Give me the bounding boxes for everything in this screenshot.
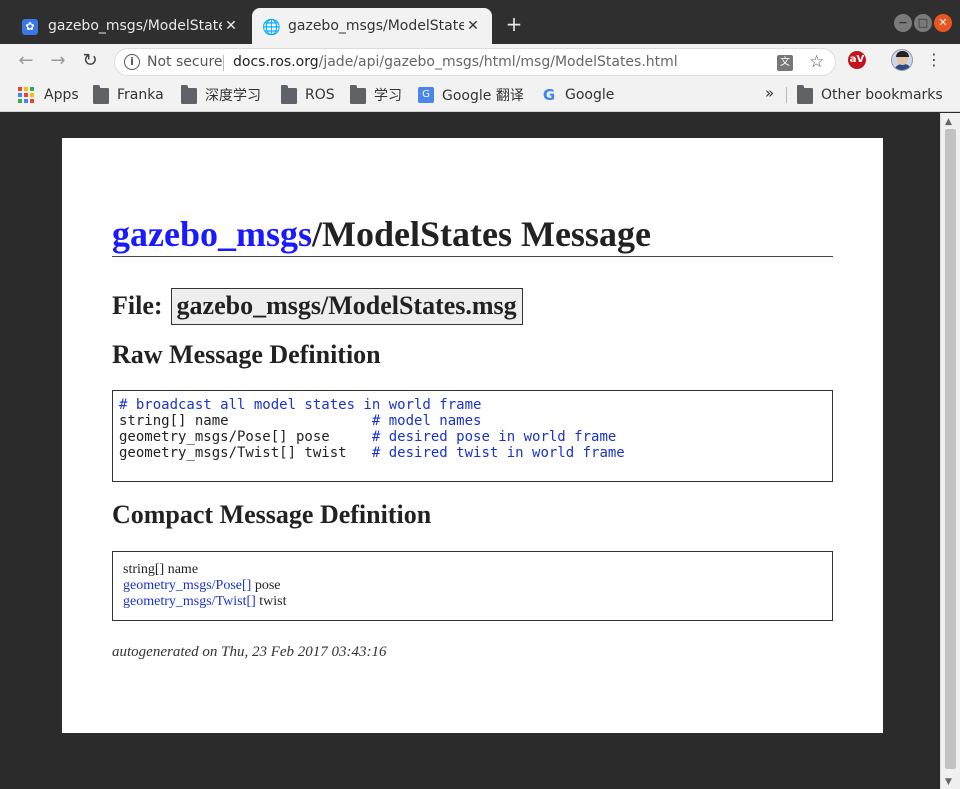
tab-inactive[interactable]: ✿ gazebo_msgs/ModelState ✕ <box>12 8 250 44</box>
google-translate-icon: G <box>418 87 434 103</box>
field-name: pose <box>254 578 281 593</box>
bookmark-label: 学习 <box>374 88 402 104</box>
compact-definition-heading: Compact Message Definition <box>112 500 432 529</box>
baidu-paw-icon: ✿ <box>22 19 38 35</box>
bookmark-label: 深度学习 <box>205 88 261 104</box>
compact-definition: string[] name geometry_msgs/Pose[] pose … <box>112 551 833 621</box>
compact-line: geometry_msgs/Pose[] pose <box>123 578 822 594</box>
bookmark-apps[interactable]: Apps <box>18 85 79 105</box>
browser-toolbar: ← → ↻ i Not secure docs.ros.org/jade/api… <box>0 44 960 78</box>
bookmark-folder-ros[interactable]: ROS <box>281 85 335 105</box>
file-label: File: <box>112 291 163 320</box>
tab-close-icon[interactable]: ✕ <box>222 18 240 34</box>
address-bar[interactable]: i Not secure docs.ros.org/jade/api/gazeb… <box>114 48 836 76</box>
folder-icon <box>350 85 366 104</box>
back-button[interactable]: ← <box>14 49 38 73</box>
reload-button[interactable]: ↻ <box>78 49 102 73</box>
browser-menu-icon[interactable]: ⋮ <box>926 50 942 70</box>
bookmark-label: Other bookmarks <box>821 87 943 103</box>
code-line: string[] name # model names <box>119 413 482 429</box>
bookmarks-separator <box>786 87 787 103</box>
bookmark-google-translate[interactable]: G Google 翻译 <box>418 85 524 105</box>
tab-close-icon[interactable]: ✕ <box>464 18 482 34</box>
minimize-button[interactable]: − <box>894 14 912 32</box>
code-comment: # model names <box>371 413 482 429</box>
raw-definition-code: # broadcast all model states in world fr… <box>112 390 833 482</box>
window-close-button[interactable]: ✕ <box>934 14 952 32</box>
code-comment: # broadcast all model states in world fr… <box>119 397 482 413</box>
field-type-link[interactable]: geometry_msgs/Pose[] <box>123 578 251 593</box>
vertical-scrollbar[interactable]: ▲ ▼ <box>940 113 960 789</box>
bookmark-other[interactable]: Other bookmarks <box>797 85 943 105</box>
profile-avatar[interactable] <box>891 49 913 71</box>
compact-line: geometry_msgs/Twist[] twist <box>123 594 822 610</box>
field-type: string[] <box>123 562 165 577</box>
url-text[interactable]: docs.ros.org/jade/api/gazebo_msgs/html/m… <box>233 54 678 70</box>
avatar-body <box>894 64 912 70</box>
compact-line: string[] name <box>123 562 822 578</box>
extension-icon[interactable]: aV <box>848 51 866 69</box>
bookmark-star-icon[interactable]: ☆ <box>809 52 824 72</box>
maximize-button[interactable]: □ <box>914 14 932 32</box>
folder-icon <box>93 85 109 104</box>
file-heading: File: gazebo_msgs/ModelStates.msg <box>112 288 523 325</box>
bookmark-folder-franka[interactable]: Franka <box>93 85 164 105</box>
window-controls: − □ ✕ <box>894 14 952 32</box>
tab-active[interactable]: 🌐 gazebo_msgs/ModelState ✕ <box>252 8 492 44</box>
folder-icon <box>181 85 197 104</box>
apps-grid-icon <box>18 87 34 103</box>
bookmark-label: Google <box>565 87 615 103</box>
bookmark-label: ROS <box>305 87 335 103</box>
bookmark-label: Franka <box>117 87 164 103</box>
field-type-link[interactable]: geometry_msgs/Twist[] <box>123 594 256 609</box>
tab-strip: ✿ gazebo_msgs/ModelState ✕ 🌐 gazebo_msgs… <box>0 0 960 44</box>
page-title: gazebo_msgs/ModelStates Message <box>112 214 833 257</box>
url-path: /jade/api/gazebo_msgs/html/msg/ModelStat… <box>318 54 678 70</box>
field-name: twist <box>259 594 287 609</box>
tab-title: gazebo_msgs/ModelState <box>288 18 464 34</box>
scroll-up-arrow-icon[interactable]: ▲ <box>945 117 952 127</box>
bookmarks-bar: Apps Franka 深度学习 ROS 学习 G Google 翻译 G Go… <box>0 78 960 112</box>
code-line: # broadcast all model states in world fr… <box>119 397 826 413</box>
folder-icon <box>797 85 813 104</box>
google-icon: G <box>542 86 556 104</box>
folder-icon <box>281 85 297 104</box>
bookmark-google[interactable]: G Google <box>541 85 615 105</box>
code-comment: # desired twist in world frame <box>371 445 625 461</box>
bookmark-label: Apps <box>44 87 79 103</box>
file-name-box: gazebo_msgs/ModelStates.msg <box>170 288 523 325</box>
avatar-hair <box>896 51 909 57</box>
bookmark-label: Google 翻译 <box>442 88 524 104</box>
code-line: geometry_msgs/Pose[] pose # desired pose… <box>119 429 617 445</box>
autogenerated-footer: autogenerated on Thu, 23 Feb 2017 03:43:… <box>112 644 387 660</box>
globe-icon: 🌐 <box>262 18 281 36</box>
translate-icon[interactable]: 文 <box>777 55 793 71</box>
bookmarks-overflow-button[interactable]: » <box>765 84 774 102</box>
forward-button[interactable]: → <box>46 49 70 73</box>
package-link[interactable]: gazebo_msgs <box>112 214 312 254</box>
tab-title: gazebo_msgs/ModelState <box>48 18 222 34</box>
bookmark-folder-deep-learning[interactable]: 深度学习 <box>181 85 261 105</box>
page-title-rest: /ModelStates Message <box>312 214 651 254</box>
new-tab-button[interactable]: + <box>502 12 526 36</box>
security-status[interactable]: Not secure <box>147 54 223 70</box>
bookmark-folder-study[interactable]: 学习 <box>350 85 402 105</box>
field-name: name <box>167 562 199 577</box>
scroll-down-arrow-icon[interactable]: ▼ <box>945 777 952 787</box>
code-comment: # desired pose in world frame <box>371 429 617 445</box>
raw-definition-heading: Raw Message Definition <box>112 340 381 369</box>
address-separator <box>223 55 224 71</box>
document-page: gazebo_msgs/ModelStates Message File: gaz… <box>62 138 883 733</box>
code-line: geometry_msgs/Twist[] twist # desired tw… <box>119 445 625 461</box>
url-host: docs.ros.org <box>233 54 319 70</box>
scroll-thumb[interactable] <box>945 129 956 769</box>
info-icon[interactable]: i <box>124 54 140 70</box>
